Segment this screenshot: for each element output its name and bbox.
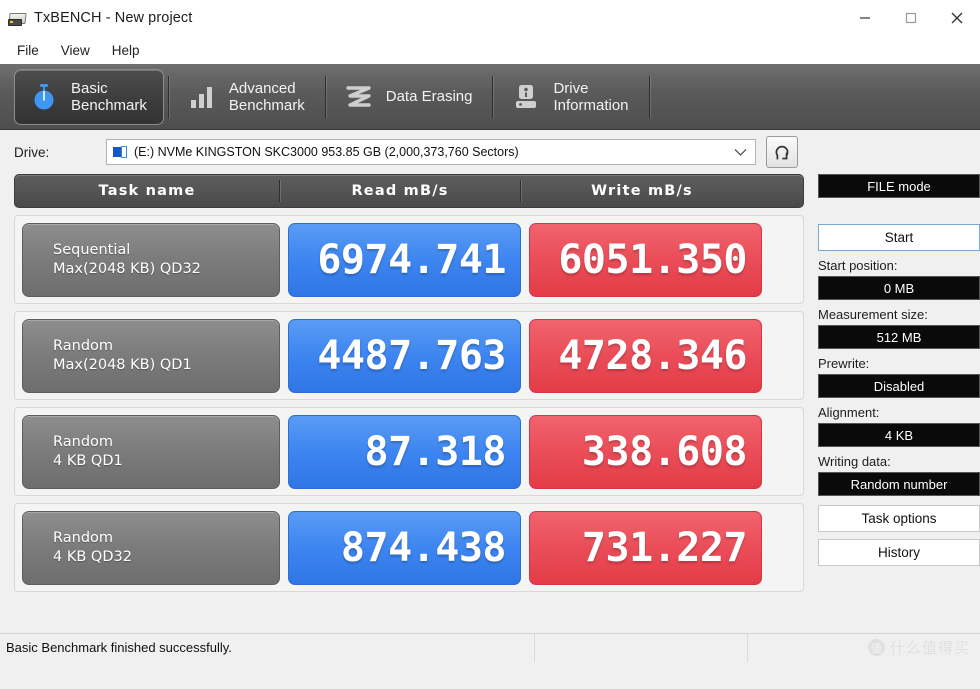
table-row[interactable]: Random Max(2048 KB) QD1 4487.763 4728.34… bbox=[14, 311, 804, 400]
stopwatch-icon bbox=[27, 80, 61, 114]
tab-drive-information-label: Drive Information bbox=[553, 79, 629, 114]
menu-bar: File View Help bbox=[0, 36, 980, 64]
tab-divider bbox=[324, 75, 326, 118]
tab-strip: Basic Benchmark Advanced Benchmark Data … bbox=[0, 64, 980, 130]
window-title: TxBENCH - New project bbox=[34, 10, 193, 26]
menu-item-help[interactable]: Help bbox=[101, 40, 151, 61]
tab-drive-information[interactable]: Drive Information bbox=[497, 69, 644, 125]
tab-divider bbox=[167, 75, 169, 118]
status-segment-middle bbox=[535, 633, 748, 662]
prewrite-label: Prewrite: bbox=[818, 356, 870, 371]
tab-advanced-benchmark-label: Advanced Benchmark bbox=[228, 79, 305, 114]
watermark-text: 什么值得买 bbox=[889, 639, 970, 657]
task-name-cell: Sequential Max(2048 KB) QD32 bbox=[22, 222, 280, 297]
watermark: 值 什么值得买 bbox=[867, 637, 970, 658]
task-options-button[interactable]: Task options bbox=[818, 505, 980, 532]
write-value: 338.608 bbox=[529, 414, 762, 489]
column-header-task-name: Task name bbox=[98, 183, 196, 199]
drive-info-icon bbox=[509, 80, 543, 114]
task-name-line2: 4 KB QD1 bbox=[53, 452, 123, 469]
task-name-line1: Random bbox=[53, 433, 114, 450]
drive-select-value: (E:) NVMe KINGSTON SKC3000 953.85 GB (2,… bbox=[134, 145, 519, 159]
refresh-button[interactable] bbox=[766, 136, 798, 168]
drive-label: Drive: bbox=[14, 144, 50, 160]
chevron-down-icon bbox=[734, 148, 747, 156]
read-value: 874.438 bbox=[288, 510, 521, 585]
start-position-label: Start position: bbox=[818, 258, 898, 273]
results-table: Task name Read mB/s Write mB/s Sequentia… bbox=[14, 174, 804, 614]
table-header-row: Task name Read mB/s Write mB/s bbox=[14, 174, 804, 208]
app-icon bbox=[8, 10, 27, 26]
status-bar: Basic Benchmark finished successfully. 值… bbox=[0, 633, 980, 662]
task-name-cell: Random 4 KB QD32 bbox=[22, 510, 280, 585]
maximize-button[interactable] bbox=[888, 0, 934, 36]
alignment-value[interactable]: 4 KB bbox=[818, 423, 980, 447]
bar-chart-icon bbox=[185, 80, 219, 114]
tab-basic-benchmark-label: Basic Benchmark bbox=[71, 79, 147, 114]
drive-icon bbox=[113, 145, 128, 159]
minimize-icon bbox=[860, 17, 870, 19]
column-header-write: Write mB/s bbox=[591, 183, 693, 199]
task-name-line2: Max(2048 KB) QD32 bbox=[53, 260, 201, 277]
read-value: 6974.741 bbox=[288, 222, 521, 297]
table-row[interactable]: Random 4 KB QD32 874.438 731.227 bbox=[14, 503, 804, 592]
start-position-value[interactable]: 0 MB bbox=[818, 276, 980, 300]
settings-sidebar: FILE mode Start Start position: 0 MB Mea… bbox=[818, 174, 980, 614]
close-button[interactable] bbox=[934, 0, 980, 36]
tab-data-erasing-label: Data Erasing bbox=[385, 88, 473, 105]
task-name-cell: Random 4 KB QD1 bbox=[22, 414, 280, 489]
tab-basic-benchmark[interactable]: Basic Benchmark bbox=[14, 68, 164, 125]
history-button[interactable]: History bbox=[818, 539, 980, 566]
window-controls bbox=[842, 0, 980, 36]
task-name-line1: Sequential bbox=[53, 241, 131, 258]
writing-data-label: Writing data: bbox=[818, 454, 891, 469]
menu-item-file[interactable]: File bbox=[6, 40, 50, 61]
start-button[interactable]: Start bbox=[818, 224, 980, 251]
write-value: 6051.350 bbox=[529, 222, 762, 297]
refresh-icon bbox=[775, 145, 789, 160]
minimize-button[interactable] bbox=[842, 0, 888, 36]
status-message: Basic Benchmark finished successfully. bbox=[0, 633, 535, 662]
column-header-read: Read mB/s bbox=[351, 183, 449, 199]
measurement-size-value[interactable]: 512 MB bbox=[818, 325, 980, 349]
status-segment-right: 值 什么值得买 bbox=[748, 634, 980, 662]
task-name-cell: Random Max(2048 KB) QD1 bbox=[22, 318, 280, 393]
read-value: 4487.763 bbox=[288, 318, 521, 393]
prewrite-value[interactable]: Disabled bbox=[818, 374, 980, 398]
menu-item-view[interactable]: View bbox=[50, 40, 101, 61]
measurement-size-label: Measurement size: bbox=[818, 307, 928, 322]
close-icon bbox=[951, 12, 963, 24]
writing-data-value[interactable]: Random number bbox=[818, 472, 980, 496]
write-value: 731.227 bbox=[529, 510, 762, 585]
table-row[interactable]: Random 4 KB QD1 87.318 338.608 bbox=[14, 407, 804, 496]
main-content: Task name Read mB/s Write mB/s Sequentia… bbox=[0, 174, 980, 614]
drive-selector-row: Drive: (E:) NVMe KINGSTON SKC3000 953.85… bbox=[0, 130, 980, 174]
write-value: 4728.346 bbox=[529, 318, 762, 393]
tab-data-erasing[interactable]: Data Erasing bbox=[330, 69, 489, 125]
task-name-line1: Random bbox=[53, 529, 114, 546]
drive-select[interactable]: (E:) NVMe KINGSTON SKC3000 953.85 GB (2,… bbox=[106, 139, 756, 165]
read-value: 87.318 bbox=[288, 414, 521, 489]
watermark-badge: 值 bbox=[867, 639, 885, 656]
task-name-line2: 4 KB QD32 bbox=[53, 548, 132, 565]
task-name-line1: Random bbox=[53, 337, 114, 354]
file-mode-button[interactable]: FILE mode bbox=[818, 174, 980, 198]
tab-advanced-benchmark[interactable]: Advanced Benchmark bbox=[173, 69, 321, 125]
table-row[interactable]: Sequential Max(2048 KB) QD32 6974.741 60… bbox=[14, 215, 804, 304]
task-name-line2: Max(2048 KB) QD1 bbox=[53, 356, 192, 373]
maximize-icon bbox=[905, 12, 917, 24]
eraser-wave-icon bbox=[342, 80, 376, 114]
tab-divider bbox=[648, 75, 650, 118]
alignment-label: Alignment: bbox=[818, 405, 880, 420]
tab-divider bbox=[492, 75, 494, 118]
title-bar: TxBENCH - New project bbox=[0, 0, 980, 36]
